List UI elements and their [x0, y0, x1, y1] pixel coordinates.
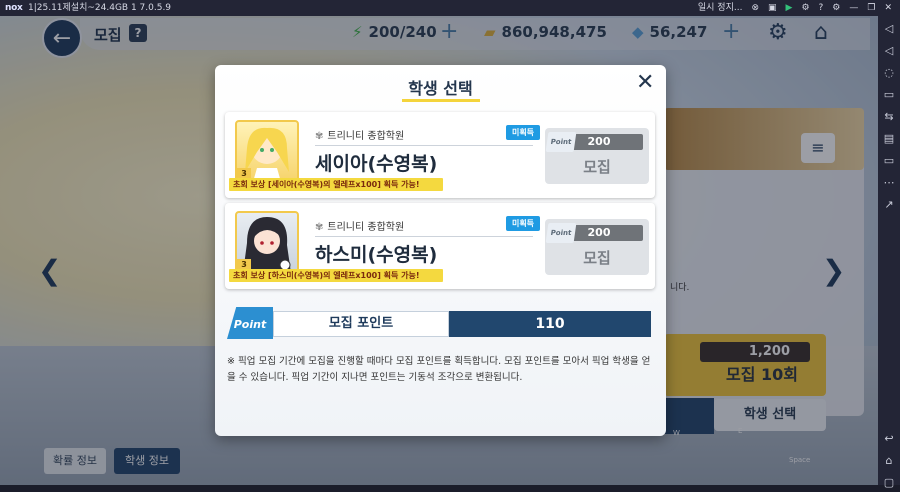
first-reward-text: 초회 보상 [세이아(수영복)의 엘레프x100] 획득 가능!: [229, 178, 443, 191]
volume-down-icon[interactable]: ◁: [878, 42, 900, 60]
sync-icon[interactable]: ⇆: [878, 108, 900, 126]
recruit-label: 모집: [583, 249, 611, 267]
settings-icon[interactable]: ⚙: [801, 0, 809, 16]
home-icon[interactable]: ⌂: [878, 452, 900, 470]
recruit-point-bar: 모집 포인트 110 Point: [227, 307, 653, 339]
unobtained-badge: 미획득: [506, 125, 540, 140]
recent-apps-icon[interactable]: ▢: [878, 474, 900, 492]
recruit-button[interactable]: 200 Point 모집: [545, 219, 649, 275]
student-card: 3 ✾ 트리니티 종합학원 미획득 세이아(수영복) 초회 보상 [세이아(수영복…: [225, 112, 655, 198]
volume-up-icon[interactable]: ◁: [878, 20, 900, 38]
expand-icon[interactable]: ↗: [878, 196, 900, 214]
minimize-icon[interactable]: —: [849, 0, 858, 16]
close-circle-icon[interactable]: ⊗: [751, 0, 759, 16]
point-badge-icon: Point: [227, 307, 273, 339]
school-emblem-icon: ✾: [315, 131, 324, 142]
school-emblem-icon: ✾: [315, 222, 324, 233]
gift-icon[interactable]: ▣: [768, 0, 777, 16]
record-icon[interactable]: ▭: [878, 86, 900, 104]
recruit-label: 모집: [583, 158, 611, 176]
close-modal-icon[interactable]: ✕: [636, 71, 654, 95]
recruit-point-value: 110: [449, 311, 651, 337]
nox-logo: nox: [5, 3, 23, 13]
recruit-point-label: 모집 포인트: [273, 311, 449, 337]
close-icon[interactable]: ✕: [884, 0, 892, 16]
divider: [315, 236, 533, 237]
game-screen: 니다. 1,200 모집 10회 학생 선택 확률 정보 학생 정보 ← 모집 …: [0, 16, 878, 485]
divider: [315, 145, 533, 146]
modal-title: 학생 선택: [408, 79, 473, 98]
unobtained-badge: 미획득: [506, 216, 540, 231]
point-tag-icon: Point: [545, 223, 577, 243]
emulator-titlebar: nox 1|25.11제설치~24.4GB 1 7.0.5.9 일시 정지...…: [0, 0, 900, 16]
title-underline: [402, 99, 480, 102]
options-icon[interactable]: ⚙: [832, 0, 840, 16]
monitor-icon[interactable]: ▭: [878, 152, 900, 170]
emulator-sidebar: ◁ ◁ ◌ ▭ ⇆ ▤ ▭ ⋯ ↗ ↩ ⌂ ▢: [878, 16, 900, 489]
school-name: ✾ 트리니티 종합학원: [315, 218, 404, 233]
play-icon[interactable]: ▶: [786, 0, 793, 16]
point-tag-icon: Point: [545, 132, 577, 152]
school-label: 트리니티 종합학원: [327, 131, 405, 142]
help-icon[interactable]: ?: [819, 0, 824, 16]
chat-icon[interactable]: ◌: [878, 64, 900, 82]
window-title: 1|25.11제설치~24.4GB 1 7.0.5.9: [28, 3, 172, 13]
more-icon[interactable]: ⋯: [878, 174, 900, 192]
recruit-point-note: ※ 픽업 모집 기간에 모집을 진행할 때마다 모집 포인트를 획득합니다. 모…: [227, 356, 651, 383]
student-select-modal: 학생 선택 ✕ 3 ✾ 트리니티 종합학원 미획득 세이아(수영복) 초회 보상 …: [215, 65, 666, 436]
first-reward-text: 초회 보상 [하스미(수영복)의 엘레프x100] 획득 가능!: [229, 269, 443, 282]
maximize-icon[interactable]: ❐: [867, 0, 875, 16]
recruit-button[interactable]: 200 Point 모집: [545, 128, 649, 184]
student-card: 3 ✾ 트리니티 종합학원 미획득 하스미(수영복) 초회 보상 [하스미(수영복…: [225, 203, 655, 289]
back-icon[interactable]: ↩: [878, 430, 900, 448]
student-name: 하스미(수영복): [315, 244, 438, 266]
school-name: ✾ 트리니티 종합학원: [315, 127, 404, 142]
student-name: 세이아(수영복): [315, 153, 438, 175]
screenshot-icon[interactable]: ▤: [878, 130, 900, 148]
pause-label[interactable]: 일시 정지...: [698, 0, 743, 16]
school-label: 트리니티 종합학원: [327, 222, 405, 233]
